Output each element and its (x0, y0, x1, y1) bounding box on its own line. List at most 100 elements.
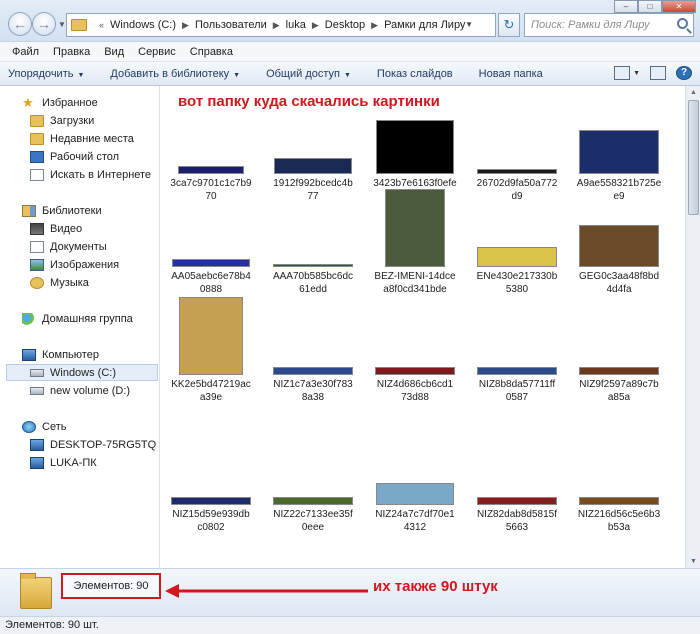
minimize-button[interactable]: – (614, 0, 638, 13)
breadcrumb-drive[interactable]: Windows (C:) (110, 19, 176, 31)
file-name-line: 61edd (299, 284, 327, 295)
search-input[interactable]: Поиск: Рамки для Лиру (524, 13, 694, 37)
file-name: AAA70b585bc6dc 61edd (263, 270, 363, 296)
sidebar-group-label: Компьютер (42, 349, 99, 361)
menu-file[interactable]: Файл (12, 46, 39, 58)
file-name-line: 0888 (199, 284, 223, 295)
file-name: NIZ15d59e939db c0802 (161, 508, 261, 534)
new-folder-button[interactable]: Новая папка (479, 68, 543, 80)
sidebar-homegroup[interactable]: Домашняя группа (22, 313, 133, 325)
file-name-line: AAA70b585bc6dc (272, 271, 354, 282)
breadcrumb-user[interactable]: luka (286, 19, 306, 31)
libraries-icon (22, 205, 36, 217)
back-button[interactable]: ← (8, 12, 32, 36)
file-name-line: a85a (607, 392, 631, 403)
address-bar[interactable]: « Windows (C:) ▶ Пользователи ▶ luka ▶ D… (66, 13, 496, 37)
file-name-line: 4312 (403, 522, 427, 533)
file-name-line: NIZ15d59e939db (172, 509, 250, 520)
pictures-library-icon (30, 259, 44, 271)
menu-view[interactable]: Вид (104, 46, 124, 58)
file-name-line: ENe430e217330b (476, 271, 558, 282)
sidebar-favorites[interactable]: ★ Избранное (22, 96, 98, 109)
address-dropdown-icon[interactable]: ▼ (465, 20, 473, 29)
sidebar-network[interactable]: Сеть (22, 421, 66, 433)
vertical-scrollbar[interactable]: ▲ ▼ (685, 86, 700, 568)
image-thumbnail (274, 158, 352, 174)
breadcrumb-users[interactable]: Пользователи (195, 19, 267, 31)
file-name-line: b53a (607, 522, 631, 533)
sidebar-item-label: Музыка (50, 277, 89, 289)
sidebar-item-label: DESKTOP-75RG5TQ (50, 439, 157, 451)
toolbar-right: ▼ ? (604, 66, 692, 80)
command-bar: Упорядочить ▼ Добавить в библиотеку ▼ Общи… (0, 62, 700, 86)
image-thumbnail (477, 497, 557, 505)
search-placeholder: Поиск: Рамки для Лиру (531, 19, 650, 31)
recent-pages-chevron-icon[interactable]: ▼ (58, 20, 66, 29)
menu-tools[interactable]: Сервис (138, 46, 176, 58)
breadcrumb-chevron-icon[interactable]: ▶ (312, 20, 319, 31)
details-pane: Элементов: 90 их также 90 штук (0, 568, 700, 616)
sidebar-item-search-web[interactable]: Искать в Интернете (30, 169, 151, 181)
refresh-button[interactable]: ↻ (498, 13, 520, 37)
breadcrumb-chevron-icon[interactable]: ▶ (273, 20, 280, 31)
share-label: Общий доступ (266, 67, 340, 80)
search-icon[interactable] (677, 18, 688, 29)
chevron-down-icon: ▼ (233, 71, 241, 79)
sidebar-item-desktop-pc[interactable]: DESKTOP-75RG5TQ (30, 439, 156, 451)
file-name-line: NIZ1c7a3e30f783 (273, 379, 353, 390)
sidebar-item-label: Windows (C:) (50, 367, 117, 379)
documents-library-icon (30, 241, 44, 253)
image-thumbnail (273, 264, 353, 267)
breadcrumb-desktop[interactable]: Desktop (325, 19, 365, 31)
sidebar-item-downloads[interactable]: Загрузки (30, 115, 94, 127)
sidebar-computer[interactable]: Компьютер (22, 349, 99, 361)
file-name: NIZ24a7c7df70e1 4312 (365, 508, 465, 534)
menu-bar: Файл Правка Вид Сервис Справка (0, 42, 700, 62)
file-name: BEZ-IMENI-14dce a8f0cd341bde (365, 270, 465, 296)
sidebar-item-drive-c[interactable]: Windows (C:) (30, 367, 116, 379)
scroll-down-icon[interactable]: ▼ (688, 556, 699, 567)
help-icon[interactable]: ? (676, 66, 692, 80)
add-to-library-button[interactable]: Добавить в библиотеку ▼ (110, 68, 240, 80)
sidebar-item-desktop[interactable]: Рабочий стол (30, 151, 119, 163)
sidebar-item-music[interactable]: Музыка (30, 277, 89, 289)
menu-help[interactable]: Справка (190, 46, 233, 58)
menu-edit[interactable]: Правка (53, 46, 90, 58)
sidebar-group-label: Сеть (42, 421, 67, 433)
breadcrumb-chevron-icon[interactable]: ▶ (371, 20, 378, 31)
sidebar-item-recent-places[interactable]: Недавние места (30, 133, 134, 145)
image-thumbnail (179, 297, 243, 375)
sidebar-item-luka-pc[interactable]: LUKA-ПК (30, 457, 97, 469)
sidebar-item-drive-d[interactable]: new volume (D:) (30, 385, 130, 397)
organize-button[interactable]: Упорядочить ▼ (8, 68, 84, 80)
folder-icon (20, 573, 52, 609)
image-thumbnail (579, 130, 659, 174)
close-button[interactable]: ✕ (662, 0, 696, 13)
scroll-thumb[interactable] (688, 100, 699, 215)
view-options-icon[interactable] (614, 66, 631, 80)
scroll-up-icon[interactable]: ▲ (688, 87, 699, 98)
image-thumbnail (273, 367, 353, 375)
file-name-line: NIZ82dab8d5815f (476, 509, 558, 520)
image-thumbnail (579, 225, 659, 267)
add-to-library-label: Добавить в библиотеку (110, 67, 230, 80)
breadcrumb-current-folder[interactable]: Рамки для Лиру (384, 19, 465, 31)
sidebar-item-video[interactable]: Видео (30, 223, 82, 235)
forward-button[interactable]: → (32, 12, 56, 36)
share-button[interactable]: Общий доступ ▼ (266, 68, 351, 80)
breadcrumb-chevron-icon[interactable]: ▶ (182, 20, 189, 31)
file-name: NIZ4d686cb6cd1 73d88 (365, 378, 465, 404)
file-name-line: GEG0c3aa48f8bd (578, 271, 660, 282)
slideshow-button[interactable]: Показ слайдов (377, 68, 453, 80)
breadcrumb-chevron-icon[interactable]: « (99, 20, 104, 30)
sidebar-item-pictures[interactable]: Изображения (30, 259, 119, 271)
maximize-button[interactable]: □ (638, 0, 662, 13)
sidebar-libraries[interactable]: Библиотеки (22, 205, 102, 217)
sidebar-item-documents[interactable]: Документы (30, 241, 107, 253)
chevron-down-icon[interactable]: ▼ (633, 70, 640, 77)
preview-pane-icon[interactable] (650, 66, 666, 80)
file-name: ENe430e217330b 5380 (467, 270, 567, 296)
file-name-line: KK2e5bd47219ac (171, 379, 251, 390)
file-name-line: 3423b7e6163f0efe (373, 178, 457, 189)
organize-label: Упорядочить (8, 67, 74, 80)
